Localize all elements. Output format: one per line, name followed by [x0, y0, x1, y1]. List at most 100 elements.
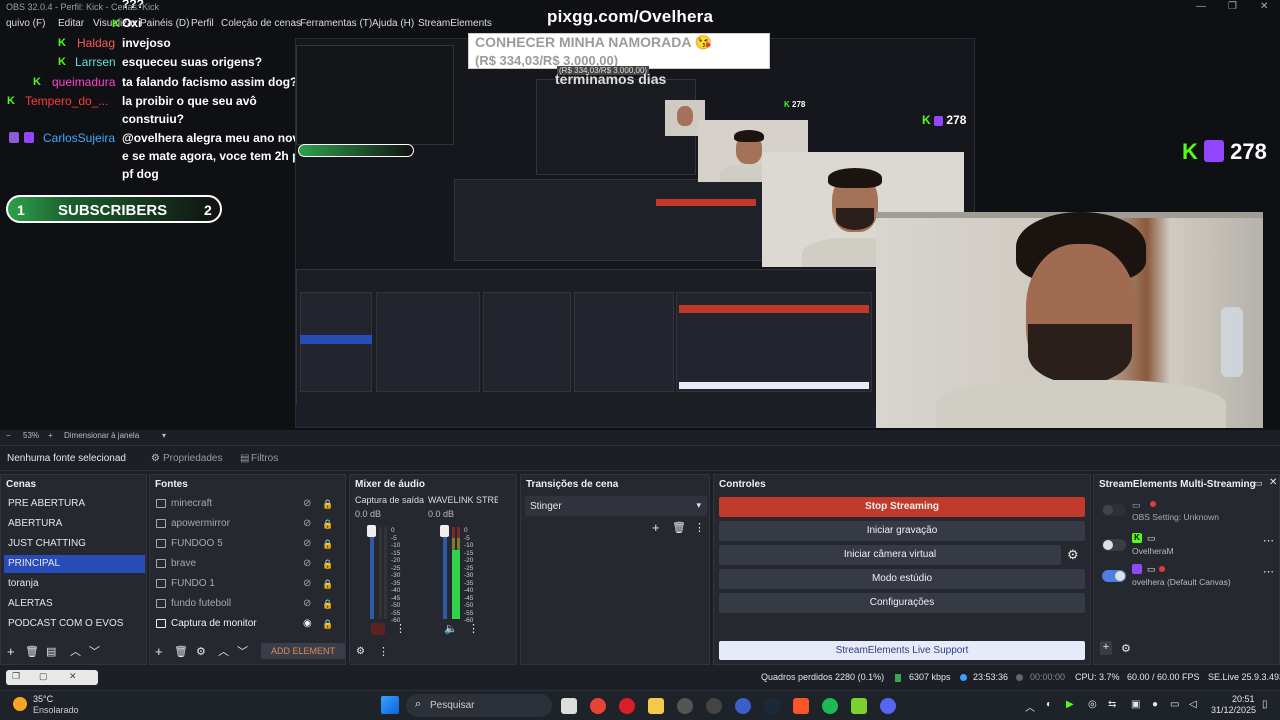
obs-icon[interactable] [706, 698, 722, 714]
kebab-menu-icon[interactable]: ⋮ [395, 622, 406, 635]
source-item[interactable]: brave ⊘ 🔒 [153, 555, 339, 573]
destination-toggle[interactable] [1102, 539, 1126, 551]
lock-icon[interactable]: 🔒 [322, 535, 333, 553]
transition-select[interactable]: Stinger ▾ [525, 496, 707, 516]
filters-button[interactable]: Filtros [251, 453, 278, 464]
chrome-icon[interactable] [590, 698, 606, 714]
steam-icon[interactable] [764, 698, 780, 714]
float-icon[interactable]: ▭ [1254, 478, 1263, 489]
add-destination-button[interactable]: + [1100, 641, 1112, 655]
menu-profile[interactable]: Perfil [191, 18, 214, 29]
source-item[interactable]: Captura de monitor ◉ 🔒 [153, 615, 339, 633]
lock-icon[interactable]: 🔒 [322, 575, 333, 593]
lock-icon[interactable]: 🔒 [322, 495, 333, 513]
gear-icon[interactable]: ⚙ [1121, 641, 1131, 657]
menu-docks[interactable]: Painéis (D) [140, 18, 189, 29]
source-item[interactable]: FUNDOO 5 ⊘ 🔒 [153, 535, 339, 553]
volume-icon[interactable]: ◁ [1189, 699, 1197, 710]
kebab-menu-icon[interactable]: ⋮ [378, 644, 389, 660]
clock-time[interactable]: 20:51 [1232, 694, 1255, 704]
trash-icon[interactable]: 🗑 [672, 520, 686, 536]
volume-slider-handle[interactable] [440, 525, 449, 537]
scene-item-active[interactable]: PRINCIPAL [4, 555, 145, 573]
weather-desc[interactable]: Ensolarado [33, 705, 79, 715]
lock-icon[interactable]: 🔒 [322, 615, 333, 633]
lock-icon[interactable]: 🔒 [322, 555, 333, 573]
minimize-icon[interactable]: — [1196, 1, 1206, 12]
tray-icon[interactable]: ◎ [1088, 699, 1097, 710]
move-down-icon[interactable]: ﹀ [237, 644, 248, 660]
source-item[interactable]: apowermirror ⊘ 🔒 [153, 515, 339, 533]
destination-toggle[interactable] [1102, 570, 1126, 582]
notification-icon[interactable]: ▯ [1262, 699, 1268, 710]
chevron-down-icon[interactable]: ▾ [162, 431, 166, 440]
clock-date[interactable]: 31/12/2025 [1211, 705, 1256, 715]
eye-hidden-icon[interactable]: ⊘ [303, 515, 311, 533]
tray-icon[interactable]: ◐ [1046, 699, 1052, 710]
destination-toggle[interactable] [1102, 504, 1126, 516]
start-recording-button[interactable]: Iniciar gravação [719, 521, 1085, 541]
scene-item[interactable]: ALERTAS [4, 595, 145, 613]
source-item[interactable]: FUNDO 1 ⊘ 🔒 [153, 575, 339, 593]
eye-icon[interactable]: ◉ [303, 615, 312, 633]
more-icon[interactable]: ⋯ [1263, 565, 1274, 578]
more-icon[interactable]: ⋯ [1263, 534, 1274, 547]
move-up-icon[interactable]: ︿ [70, 644, 81, 660]
opera-icon[interactable] [619, 698, 635, 714]
volume-slider-handle[interactable] [367, 525, 376, 537]
gear-icon[interactable]: ⚙ [196, 644, 206, 660]
play-icon[interactable]: ▶ [1066, 699, 1074, 710]
app-icon[interactable] [677, 698, 693, 714]
settings-button[interactable]: Configurações [719, 593, 1085, 613]
microphone-icon[interactable]: ● [1152, 699, 1158, 710]
add-source-button[interactable]: + [155, 644, 163, 660]
trash-icon[interactable]: 🗑 [174, 644, 188, 660]
close-icon[interactable]: ✕ [69, 671, 77, 682]
gear-icon[interactable]: ⚙ [1067, 547, 1079, 563]
add-transition-button[interactable]: + [652, 520, 660, 536]
spotify-icon[interactable] [822, 698, 838, 714]
menu-edit[interactable]: Editar [58, 18, 84, 29]
file-explorer-icon[interactable] [648, 698, 664, 714]
menu-streamelements[interactable]: StreamElements [418, 18, 492, 29]
windows-start-icon[interactable] [381, 696, 399, 714]
add-element-button[interactable]: ADD ELEMENT [261, 643, 345, 659]
scene-item[interactable]: PODCAST COM O EVOS [4, 615, 145, 633]
source-item[interactable]: fundo futeboll ⊘ 🔒 [153, 595, 339, 613]
discord-icon[interactable] [880, 698, 896, 714]
scene-item[interactable]: PRE ABERTURA [4, 495, 145, 513]
weather-temp[interactable]: 35°C [33, 694, 53, 704]
kebab-menu-icon[interactable]: ⋮ [468, 622, 479, 635]
app-icon[interactable] [735, 698, 751, 714]
maximize-icon[interactable]: ❐ [1228, 1, 1237, 12]
eye-hidden-icon[interactable]: ⊘ [303, 595, 311, 613]
brave-icon[interactable] [793, 698, 809, 714]
speaker-icon[interactable]: 🔈 [444, 622, 458, 635]
eye-hidden-icon[interactable]: ⊘ [303, 535, 311, 553]
advanced-audio-icon[interactable]: ⚙ [356, 644, 365, 660]
scene-item[interactable]: ABERTURA [4, 515, 145, 533]
add-scene-button[interactable]: + [7, 644, 15, 660]
scene-item[interactable]: toranja [4, 575, 145, 593]
move-down-icon[interactable]: ﹀ [89, 644, 100, 660]
volume-slider-track[interactable] [370, 527, 374, 619]
restore-icon[interactable]: ❐ [12, 671, 20, 682]
tray-icon[interactable]: ⇆ [1108, 699, 1116, 710]
zoom-in-button[interactable]: + [48, 431, 53, 440]
filter-icon[interactable]: ▤ [46, 644, 56, 660]
menu-file[interactable]: quivo (F) [6, 18, 45, 29]
properties-button[interactable]: Propriedades [163, 453, 222, 464]
maximize-icon[interactable]: ▢ [39, 671, 48, 682]
app-icon[interactable] [851, 698, 867, 714]
menu-scene-collection[interactable]: Coleção de cenas [221, 18, 301, 29]
tray-icon[interactable]: ▣ [1131, 699, 1140, 710]
source-item[interactable]: minecraft ⊘ 🔒 [153, 495, 339, 513]
network-icon[interactable]: ▭ [1170, 699, 1179, 710]
lock-icon[interactable]: 🔒 [322, 515, 333, 533]
chevron-up-icon[interactable]: ︿ [1025, 699, 1035, 714]
volume-slider-track[interactable] [443, 527, 447, 619]
menu-tools[interactable]: Ferramentas (T) [300, 18, 372, 29]
task-view-icon[interactable] [561, 698, 577, 714]
menu-help[interactable]: Ajuda (H) [372, 18, 414, 29]
scene-item[interactable]: JUST CHATTING [4, 535, 145, 553]
